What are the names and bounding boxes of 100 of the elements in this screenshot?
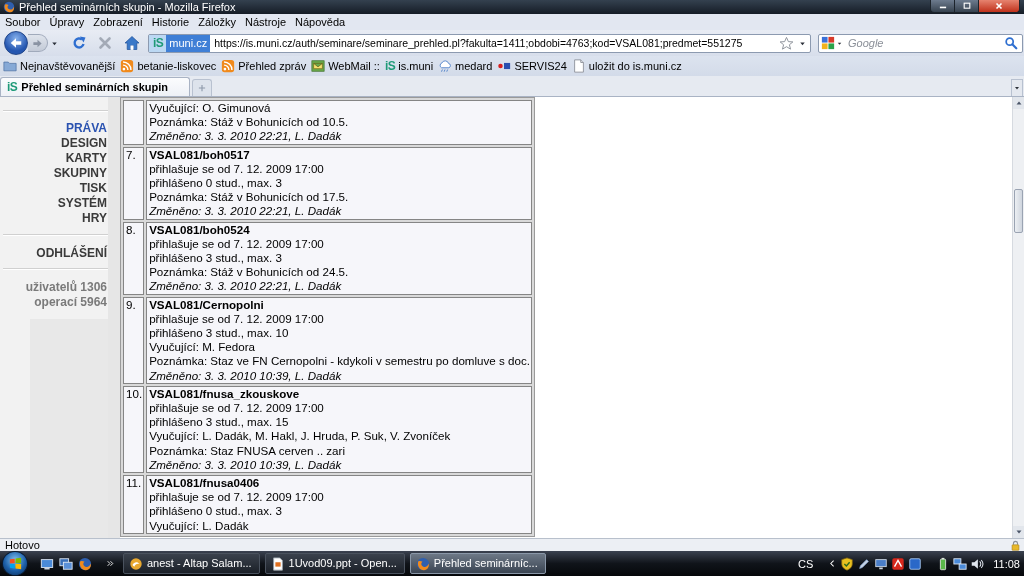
search-field[interactable]: Google <box>818 33 1023 53</box>
detail-text: přihlášeno 3 stud., max. 10 <box>149 326 290 341</box>
mail-icon <box>311 59 326 73</box>
scroll-up-button[interactable] <box>1013 97 1024 109</box>
sidebar-link[interactable]: HRY <box>82 211 108 226</box>
menu-item[interactable]: Záložky <box>198 15 237 29</box>
back-button[interactable] <box>4 31 28 55</box>
bookmark-item[interactable]: betanie-liskovec <box>120 59 217 73</box>
number-cell: 8. <box>123 221 145 295</box>
stacked-windows-icon[interactable] <box>59 556 73 571</box>
firefox-icon <box>415 556 430 571</box>
feed-icon <box>120 59 135 73</box>
bookmark-item[interactable]: Nejnavštěvovanější <box>3 59 116 73</box>
minimize-button[interactable] <box>930 0 954 13</box>
changed-text: Změněno: 3. 3. 2010 22:21, L. Dadák <box>149 279 343 294</box>
sidebar-link[interactable]: SYSTÉM <box>57 196 108 211</box>
address-field[interactable]: iS muni.cz https://is.muni.cz/auth/seminare/seminare_prehled.pl?fakulta=1411;obdobi=4763;kod=VSAL081;predmet=551275 <box>148 33 811 53</box>
home-icon[interactable] <box>124 35 140 51</box>
scroll-down-button[interactable] <box>1013 526 1024 538</box>
search-input[interactable]: Google <box>844 35 1003 51</box>
lock-icon <box>1010 539 1021 551</box>
detail-text: přihlášeno 0 stud., max. 3 <box>149 176 283 191</box>
detail-text: Vyučující: L. Dadák <box>149 518 250 533</box>
clock-text: 11:08 <box>993 557 1020 570</box>
group-code: VSAL081/fnusa0406 <box>149 476 261 491</box>
logout-link[interactable]: ODHLÁŠENÍ <box>36 246 108 261</box>
detail-text: Vyučující: O. Gimunová <box>149 101 272 116</box>
menu-item[interactable]: Nástroje <box>245 15 287 29</box>
chevron-icon[interactable] <box>106 559 115 568</box>
detail-text: přihlášeno 3 stud., max. 15 <box>149 415 290 430</box>
changed-text: Změněno: 3. 3. 2010 10:39, L. Dadák <box>149 457 343 473</box>
number-cell: 7. <box>123 146 145 220</box>
arrow-left-icon <box>9 36 23 50</box>
shield-icon[interactable] <box>840 556 855 571</box>
pen-icon[interactable] <box>857 556 872 571</box>
folder-icon <box>3 59 17 73</box>
detail-text: přihlášeno 0 stud., max. 3 <box>149 504 283 519</box>
restore-icon <box>961 1 972 11</box>
group-code: VSAL081/Cernopolni <box>149 297 265 312</box>
reload-icon[interactable] <box>71 35 87 51</box>
group-code: VSAL081/fnusa_zkouskove <box>149 386 301 402</box>
site-logo: iS <box>149 34 167 52</box>
menu-item[interactable]: Nápověda <box>295 15 346 29</box>
url-text: https://is.muni.cz/auth/seminare/seminare_prehled.pl?fakulta=1411;obdobi=4763;kod=VSAL081;predmet=551275 <box>213 37 744 49</box>
network-icon[interactable] <box>953 556 968 571</box>
menu-item[interactable]: Soubor <box>5 15 41 29</box>
sidebar-link[interactable]: KARTY <box>65 151 108 166</box>
bookmark-item[interactable]: medard <box>438 59 493 73</box>
site-logo: iS <box>384 59 396 73</box>
changed-text: Změněno: 3. 3. 2010 22:21, L. Dadák <box>149 129 343 144</box>
app-icon <box>129 556 143 571</box>
document-icon <box>270 556 285 571</box>
sidebar-link[interactable]: PRÁVA <box>65 121 108 136</box>
stat-text: uživatelů 1306 <box>25 280 108 295</box>
star-icon[interactable] <box>779 35 794 51</box>
firefox-icon[interactable] <box>78 556 92 571</box>
detail-text: přihlašuje se od 7. 12. 2009 17:00 <box>149 161 325 176</box>
menu-item[interactable]: Historie <box>151 15 190 29</box>
plus-icon <box>197 83 207 93</box>
taskbar-button[interactable]: 1Uvod09.ppt - Open... <box>264 553 405 574</box>
bookmark-item[interactable]: Přehled zpráv <box>221 59 307 73</box>
sidebar-link[interactable]: TISK <box>79 181 108 196</box>
detail-text: Poznámka: Stáž v Bohunicích od 24.5. <box>149 265 350 280</box>
page-icon <box>571 59 586 73</box>
scrollbar-thumb[interactable] <box>1014 189 1023 233</box>
feed-icon <box>221 59 236 73</box>
detail-text: přihlašuje se od 7. 12. 2009 17:00 <box>149 236 325 252</box>
changed-text: Změněno: 3. 3. 2010 22:21, L. Dadák <box>149 204 343 219</box>
monitor-icon[interactable] <box>874 556 889 571</box>
detail-text: Vyučující: L. Dadák, M. Hakl, J. Hruda, P. Suk, V. Zvoníček <box>149 429 452 444</box>
menu-item[interactable]: Zobrazení <box>93 15 143 29</box>
app-icon[interactable] <box>891 556 906 571</box>
number-cell: 10. <box>123 385 145 474</box>
tab-list-button[interactable] <box>1011 79 1023 96</box>
detail-text: přihlašuje se od 7. 12. 2009 17:00 <box>149 490 325 505</box>
bookmark-item[interactable]: WebMail :: <box>311 59 380 73</box>
site-identity-button[interactable]: iS muni.cz <box>149 34 211 52</box>
sidebar-link[interactable]: DESIGN <box>61 136 108 151</box>
language-indicator[interactable]: CS <box>798 557 814 570</box>
bookmark-item[interactable]: SERVIS24 <box>497 59 567 73</box>
start-button[interactable] <box>2 551 28 576</box>
site-logo: iS <box>7 80 18 94</box>
stat-text: operací 5964 <box>34 295 108 310</box>
detail-text: Vyučující: M. Fedora <box>149 340 256 355</box>
desktop-icon[interactable] <box>40 556 54 571</box>
sidebar-link[interactable]: SKUPINY <box>53 166 108 181</box>
menu-item[interactable]: Úpravy <box>49 15 85 29</box>
close-button[interactable] <box>978 0 1020 13</box>
taskbar-button[interactable]: anest - Altap Salam... <box>123 553 260 574</box>
changed-text: Změněno: 3. 3. 2010 10:39, L. Dadák <box>149 368 343 383</box>
browser-tab[interactable]: iS Přehled seminárních skupin <box>0 77 190 96</box>
taskbar-button[interactable]: Přehled seminárníc... <box>409 553 546 574</box>
bookmark-item[interactable]: iS is.muni <box>384 59 434 73</box>
app-tile-icon[interactable] <box>908 556 923 571</box>
cloud-icon <box>438 59 453 73</box>
bookmark-item[interactable]: uložit do is.muni.cz <box>571 59 682 73</box>
tiles-icon[interactable] <box>821 36 835 50</box>
window-title: Přehled seminárních skupin - Mozilla Firefox <box>19 0 236 14</box>
maximize-button[interactable] <box>954 0 978 13</box>
search-icon[interactable] <box>1004 36 1018 50</box>
